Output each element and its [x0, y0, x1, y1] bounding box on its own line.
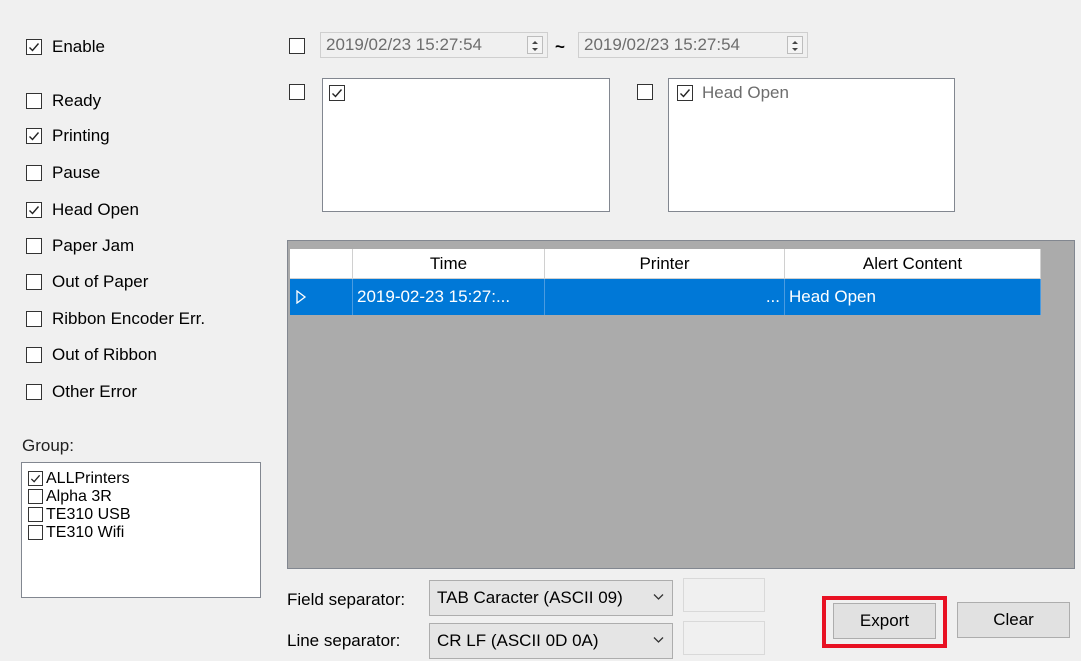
status-out-of-ribbon-checkbox[interactable] — [26, 347, 42, 363]
line-separator-select[interactable]: CR LF (ASCII 0D 0A) — [429, 623, 673, 659]
status-ready-label: Ready — [52, 91, 102, 110]
alert-filter-item-checkbox[interactable] — [677, 85, 693, 101]
status-other-error-label: Other Error — [52, 382, 138, 401]
date-to-picker[interactable]: 2019/02/23 15:27:54 — [578, 32, 808, 58]
current-row-icon — [296, 289, 307, 305]
alert-filter-checkbox[interactable] — [637, 84, 653, 100]
line-separator-custom-input[interactable] — [683, 621, 765, 655]
group-alpha-3r-checkbox[interactable] — [28, 489, 43, 504]
row-header-cell[interactable] — [290, 279, 353, 315]
group-item-label: TE310 Wifi — [46, 524, 125, 541]
column-header-alert-content[interactable]: Alert Content — [785, 249, 1041, 279]
date-separator: ~ — [555, 37, 565, 56]
status-paper-jam-label: Paper Jam — [52, 236, 135, 255]
group-item-label: ALLPrinters — [46, 470, 130, 487]
status-printing-label: Printing — [52, 126, 110, 145]
clear-button[interactable]: Clear — [957, 602, 1070, 638]
status-printing-checkbox[interactable] — [26, 128, 42, 144]
status-head-open-checkbox[interactable] — [26, 202, 42, 218]
grid-row-header-corner — [290, 249, 353, 279]
date-range-checkbox[interactable] — [289, 38, 305, 54]
alert-filter-list[interactable]: Head Open — [668, 78, 955, 212]
field-separator-label: Field separator: — [287, 590, 406, 609]
status-other-error-checkbox[interactable] — [26, 384, 42, 400]
status-out-of-paper-checkbox[interactable] — [26, 274, 42, 290]
printer-filter-item-checkbox[interactable] — [329, 85, 345, 101]
date-to-spinner[interactable] — [787, 36, 803, 54]
group-item-label: TE310 USB — [46, 506, 131, 523]
line-separator-value: CR LF (ASCII 0D 0A) — [437, 631, 599, 650]
status-ready-checkbox[interactable] — [26, 93, 42, 109]
line-separator-label: Line separator: — [287, 631, 401, 650]
group-item-label: Alpha 3R — [46, 488, 112, 505]
chevron-down-icon — [653, 594, 664, 600]
group-te310-usb-checkbox[interactable] — [28, 507, 43, 522]
spin-arrows-icon — [532, 41, 538, 51]
field-separator-custom-input[interactable] — [683, 578, 765, 612]
enable-label: Enable — [52, 37, 105, 56]
field-separator-select[interactable]: TAB Caracter (ASCII 09) — [429, 580, 673, 616]
group-list[interactable]: ALLPrinters Alpha 3R TE310 USB TE310 Wif… — [21, 462, 261, 598]
export-button[interactable]: Export — [833, 603, 936, 639]
status-out-of-paper-label: Out of Paper — [52, 272, 149, 291]
status-head-open-label: Head Open — [52, 200, 139, 219]
alert-filter-item-label: Head Open — [702, 83, 789, 102]
group-te310-wifi-checkbox[interactable] — [28, 525, 43, 540]
status-pause-checkbox[interactable] — [26, 165, 42, 181]
status-out-of-ribbon-label: Out of Ribbon — [52, 345, 157, 364]
status-pause-label: Pause — [52, 163, 101, 182]
date-from-picker[interactable]: 2019/02/23 15:27:54 — [320, 32, 548, 58]
date-from-value: 2019/02/23 15:27:54 — [326, 35, 482, 54]
alerts-grid[interactable]: Time Printer Alert Content 2019-02-23 15… — [287, 240, 1075, 569]
cell-time[interactable]: 2019-02-23 15:27:... — [353, 279, 545, 315]
cell-alert-content[interactable]: Head Open — [785, 279, 1041, 315]
status-paper-jam-checkbox[interactable] — [26, 238, 42, 254]
group-allprinters-checkbox[interactable] — [28, 471, 43, 486]
enable-checkbox[interactable] — [26, 39, 42, 55]
status-ribbon-encoder-err-checkbox[interactable] — [26, 311, 42, 327]
group-label: Group: — [22, 436, 74, 455]
column-header-time[interactable]: Time — [353, 249, 545, 279]
date-to-value: 2019/02/23 15:27:54 — [584, 35, 740, 54]
status-ribbon-encoder-err-label: Ribbon Encoder Err. — [52, 309, 206, 328]
column-header-printer[interactable]: Printer — [545, 249, 785, 279]
cell-printer[interactable]: ... — [545, 279, 785, 315]
printer-filter-list[interactable] — [322, 78, 610, 212]
printer-filter-checkbox[interactable] — [289, 84, 305, 100]
chevron-down-icon — [653, 637, 664, 643]
field-separator-value: TAB Caracter (ASCII 09) — [437, 588, 623, 607]
spin-arrows-icon — [792, 41, 798, 51]
date-from-spinner[interactable] — [527, 36, 543, 54]
